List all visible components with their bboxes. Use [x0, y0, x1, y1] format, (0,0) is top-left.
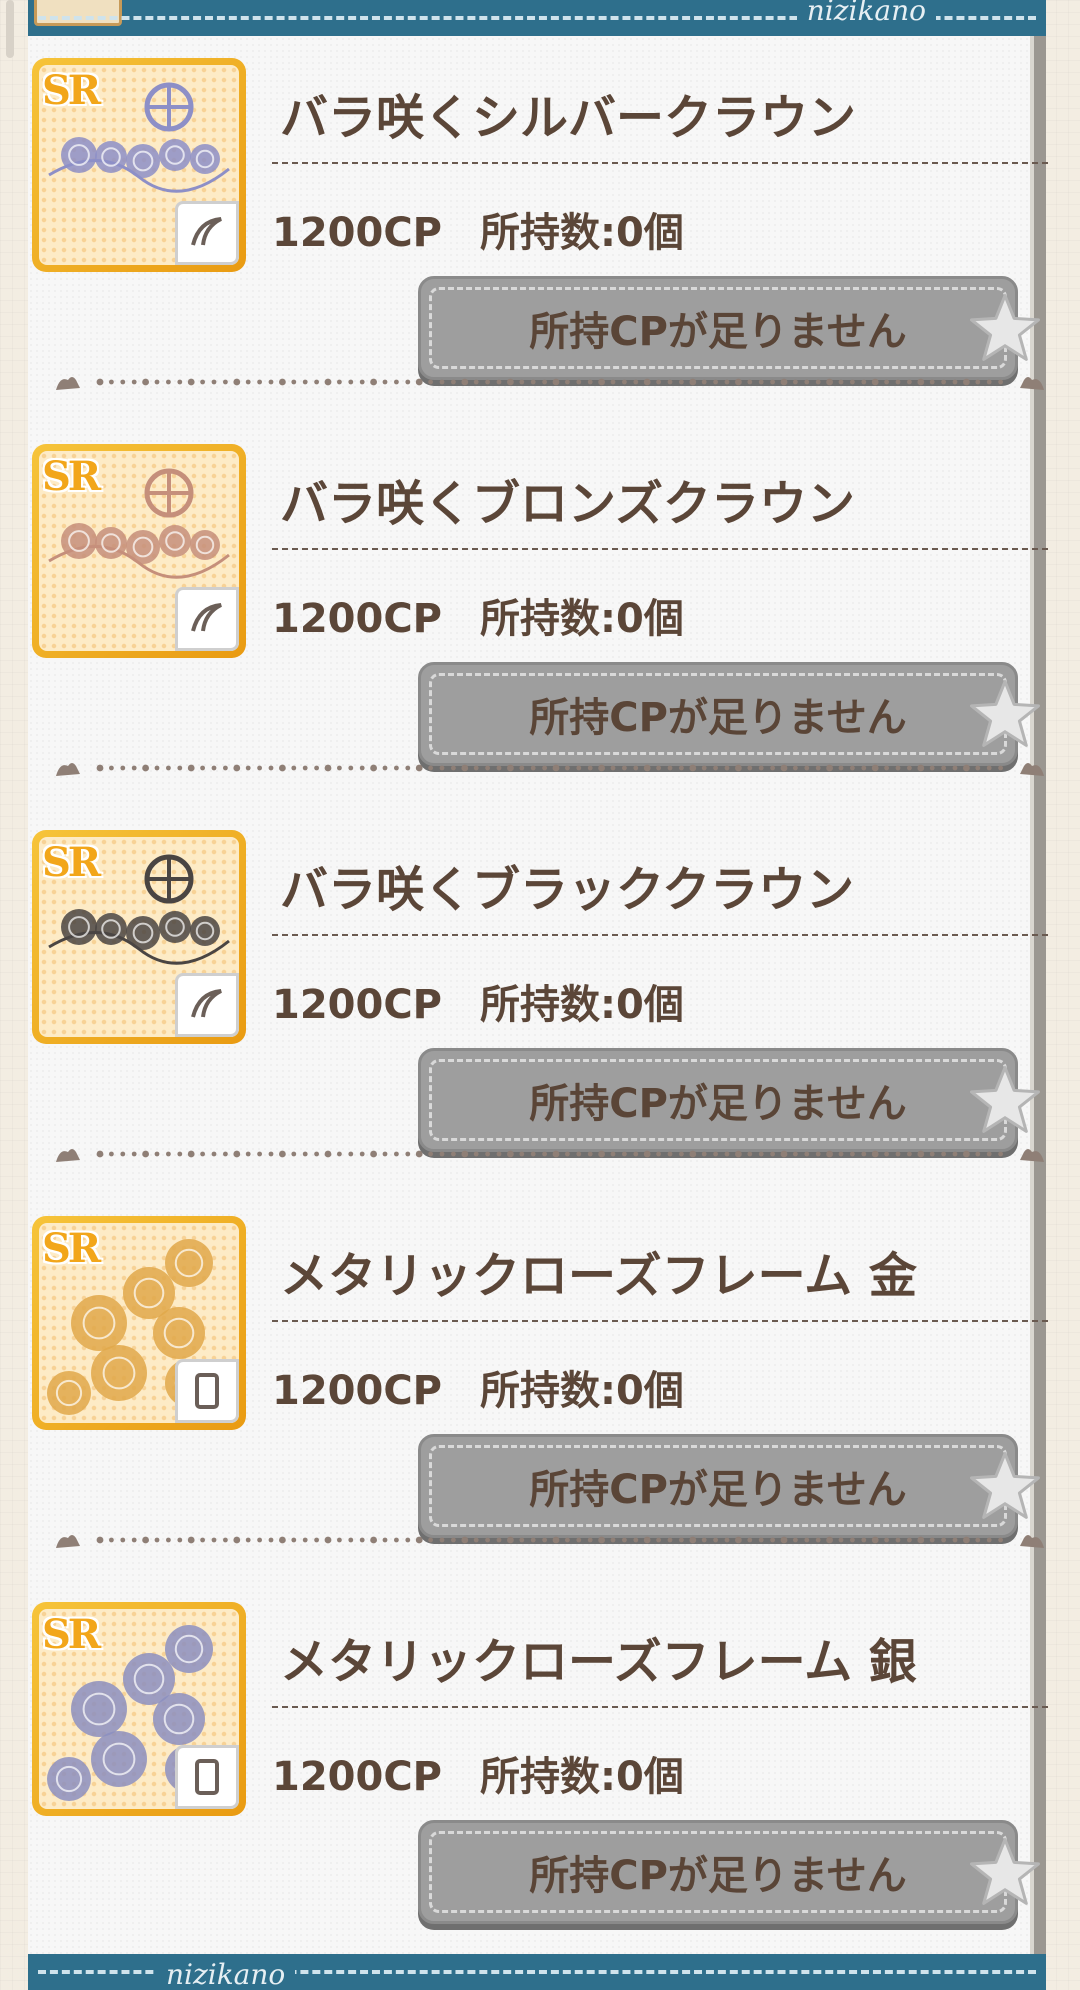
item-thumbnail[interactable]: SR [32, 1602, 246, 1816]
star-icon [970, 1838, 1040, 1905]
item-meta: 1200CP 所持数:0個 [272, 586, 684, 644]
exchange-button[interactable]: 所持CPが足りません [418, 1434, 1040, 1538]
shop-item: SR バラ咲くブロンズクラウン 1200CP 所持数:0個 所持CPが足りません [28, 386, 1048, 776]
star-icon [970, 680, 1040, 747]
item-title: バラ咲くブラッククラウン [280, 862, 855, 918]
item-thumbnail[interactable]: SR [32, 58, 246, 272]
item-price: 1200CP [272, 210, 442, 256]
exchange-button-label: 所持CPが足りません [529, 309, 907, 355]
item-price: 1200CP [272, 982, 442, 1028]
rarity-badge: SR [42, 1225, 101, 1272]
item-meta: 1200CP 所持数:0個 [272, 1744, 684, 1802]
owned-count: 所持数:0個 [480, 982, 684, 1028]
accessory-type-icon [175, 201, 239, 265]
title-divider [272, 548, 1048, 550]
star-icon [970, 1452, 1040, 1519]
item-thumbnail[interactable]: SR [32, 1216, 246, 1430]
shop-item: SR メタリックローズフレーム 銀 1200CP 所持数:0個 所持CPが足りませ… [28, 1544, 1048, 1930]
rarity-badge: SR [42, 453, 101, 500]
exchange-button[interactable]: 所持CPが足りません [418, 662, 1040, 766]
star-icon [970, 294, 1040, 361]
exchange-button-label: 所持CPが足りません [529, 1467, 907, 1513]
item-title: バラ咲くシルバークラウン [280, 90, 857, 146]
star-icon [970, 1066, 1040, 1133]
rarity-badge: SR [42, 67, 101, 114]
title-divider [272, 1706, 1048, 1708]
shop-item: SR メタリックローズフレーム 金 1200CP 所持数:0個 所持CPが足りませ… [28, 1158, 1048, 1548]
owned-count: 所持数:0個 [480, 1368, 684, 1414]
item-price: 1200CP [272, 1754, 442, 1800]
footer-band: nizikano [28, 1954, 1046, 1990]
exchange-button[interactable]: 所持CPが足りません [418, 1820, 1040, 1924]
owned-count: 所持数:0個 [480, 1754, 684, 1800]
shop-item: SR バラ咲くシルバークラウン 1200CP 所持数:0個 所持CPが足りません [28, 0, 1048, 390]
exchange-button[interactable]: 所持CPが足りません [418, 276, 1040, 380]
item-thumbnail[interactable]: SR [32, 830, 246, 1044]
owned-count: 所持数:0個 [480, 596, 684, 642]
item-title: バラ咲くブロンズクラウン [280, 476, 856, 532]
accessory-type-icon [175, 587, 239, 651]
rarity-badge: SR [42, 1611, 101, 1658]
rarity-badge: SR [42, 839, 101, 886]
owned-count: 所持数:0個 [480, 210, 684, 256]
exchange-button[interactable]: 所持CPが足りません [418, 1048, 1040, 1152]
item-price: 1200CP [272, 596, 442, 642]
item-price: 1200CP [272, 1368, 442, 1414]
item-meta: 1200CP 所持数:0個 [272, 972, 684, 1030]
title-divider [272, 1320, 1048, 1322]
item-title: メタリックローズフレーム 銀 [280, 1634, 917, 1690]
shop-item: SR バラ咲くブラッククラウン 1200CP 所持数:0個 所持CPが足りません [28, 772, 1048, 1162]
exchange-button-label: 所持CPが足りません [529, 695, 907, 741]
frame-type-icon [175, 1745, 239, 1809]
exchange-button-label: 所持CPが足りません [529, 1853, 907, 1899]
title-divider [272, 162, 1048, 164]
item-meta: 1200CP 所持数:0個 [272, 200, 684, 258]
item-meta: 1200CP 所持数:0個 [272, 1358, 684, 1416]
scrollbar[interactable] [6, 0, 14, 58]
item-title: メタリックローズフレーム 金 [280, 1248, 917, 1304]
title-divider [272, 934, 1048, 936]
exchange-button-label: 所持CPが足りません [529, 1081, 907, 1127]
brand-text: nizikano [156, 1958, 296, 1990]
accessory-type-icon [175, 973, 239, 1037]
frame-type-icon [175, 1359, 239, 1423]
item-thumbnail[interactable]: SR [32, 444, 246, 658]
